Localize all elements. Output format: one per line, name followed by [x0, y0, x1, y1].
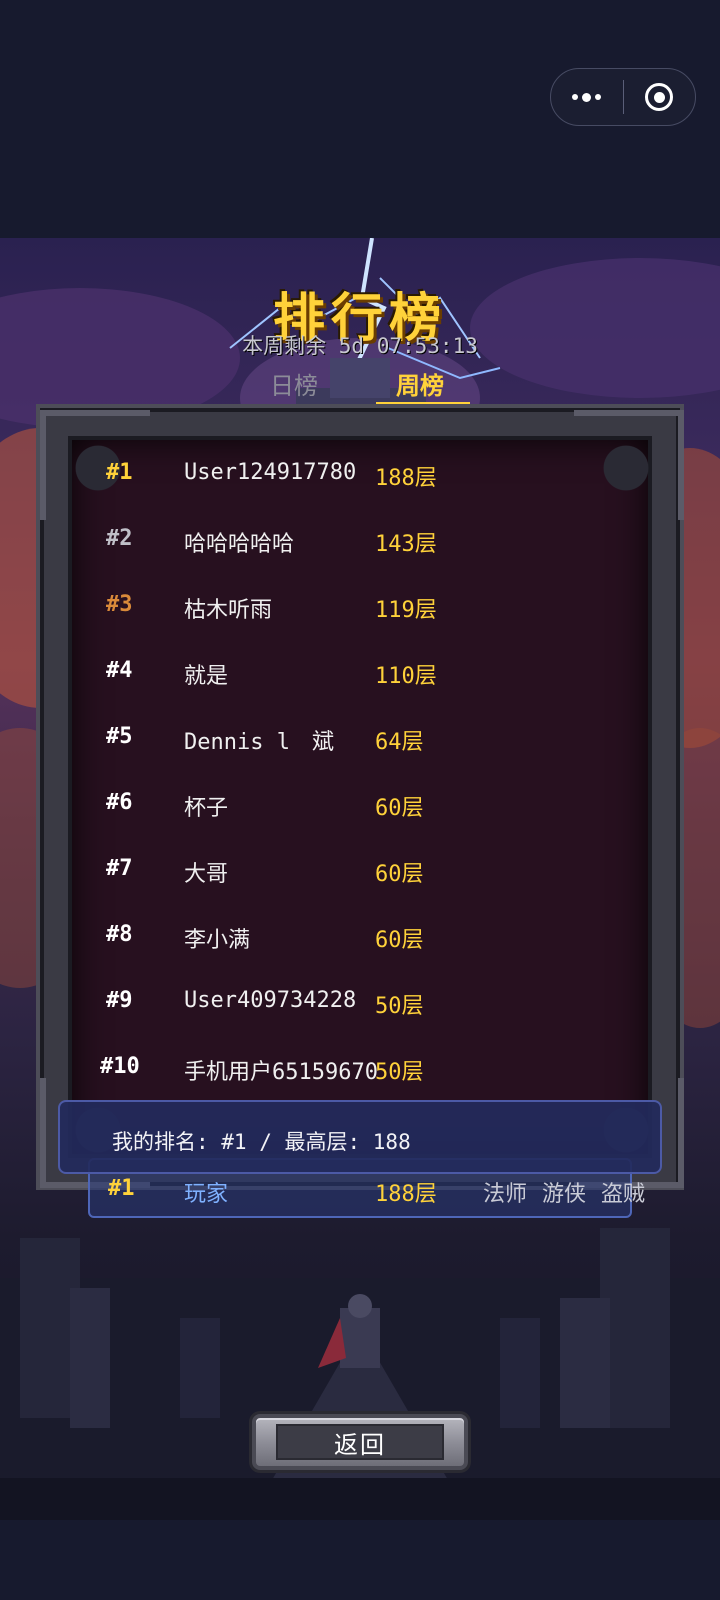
row-floor: 60层 — [375, 862, 424, 887]
mini-program-capsule — [550, 68, 696, 126]
active-tab-underline — [376, 402, 470, 405]
leaderboard-row: #6 杯子 60层 — [0, 790, 720, 830]
row-player-name: User124917780 — [184, 460, 357, 485]
close-mini-program-button[interactable] — [624, 69, 696, 125]
row-floor: 64层 — [375, 730, 424, 755]
target-circle-icon — [645, 83, 674, 111]
row-rank: #9 — [106, 988, 133, 1013]
ranking-tabs: 日榜 周榜 — [0, 366, 720, 406]
row-floor: 50层 — [375, 994, 424, 1019]
row-player-name: 枯木听雨 — [184, 598, 273, 623]
row-floor: 110层 — [375, 664, 437, 689]
tab-weekly[interactable]: 周榜 — [376, 366, 464, 401]
leaderboard-row: #7 大哥 60层 — [0, 856, 720, 896]
week-countdown: 本周剩余 5d 07:53:13 — [242, 334, 478, 358]
row-player-name: 李小满 — [184, 928, 251, 953]
row-rank: #10 — [100, 1054, 140, 1079]
back-button[interactable]: 返回 — [252, 1414, 468, 1470]
row-rank: #4 — [106, 658, 133, 683]
my-rank-text: 我的排名: #1 / 最高层: 188 — [112, 1130, 411, 1154]
row-player-name: 杯子 — [184, 796, 229, 821]
row-rank: #2 — [106, 526, 133, 551]
leaderboard-row: #1 User124917780 188层 — [0, 460, 720, 500]
more-dots-icon — [572, 92, 602, 102]
row-floor: 119层 — [375, 598, 437, 623]
row-rank: #8 — [106, 922, 133, 947]
my-rank-panel: 我的排名: #1 / 最高层: 188 — [58, 1100, 662, 1174]
row-floor: 188层 — [375, 466, 437, 491]
row-rank: #5 — [106, 724, 133, 749]
leaderboard-row: #3 枯木听雨 119层 — [0, 592, 720, 632]
tab-daily[interactable]: 日榜 — [270, 366, 318, 401]
leaderboard-row: #4 就是 110层 — [0, 658, 720, 698]
row-rank: #6 — [106, 790, 133, 815]
row-floor: 143层 — [375, 532, 437, 557]
leaderboard-row: #9 User409734228 50层 — [0, 988, 720, 1028]
leaderboard-row: #8 李小满 60层 — [0, 922, 720, 962]
row-floor: 60层 — [375, 928, 424, 953]
back-button-plate: 返回 — [276, 1424, 444, 1460]
leaderboard-row: #5 Dennis l 斌 64层 — [0, 724, 720, 764]
ruins-illustration — [0, 1228, 720, 1520]
more-button[interactable] — [551, 69, 623, 125]
leaderboard-row: #2 哈哈哈哈哈 143层 — [0, 526, 720, 566]
row-player-name: Dennis l 斌 — [184, 730, 334, 755]
row-player-name: 大哥 — [184, 862, 229, 887]
row-rank: #3 — [106, 592, 133, 617]
row-player-name: 就是 — [184, 664, 229, 689]
row-floor: 60层 — [375, 796, 424, 821]
row-player-name: User409734228 — [184, 988, 357, 1013]
game-scene: 排行榜 本周剩余 5d 07:53:13 日榜 周榜 #1 User1249177… — [0, 238, 720, 1520]
row-player-name: 哈哈哈哈哈 — [184, 532, 295, 557]
back-button-label: 返回 — [334, 1430, 386, 1459]
leaderboard-row: #10 手机用户65159670 50层 — [0, 1054, 720, 1094]
row-rank: #1 — [106, 460, 133, 485]
row-floor: 50层 — [375, 1060, 424, 1085]
row-rank: #7 — [106, 856, 133, 881]
row-player-name: 手机用户65159670 — [184, 1060, 378, 1085]
